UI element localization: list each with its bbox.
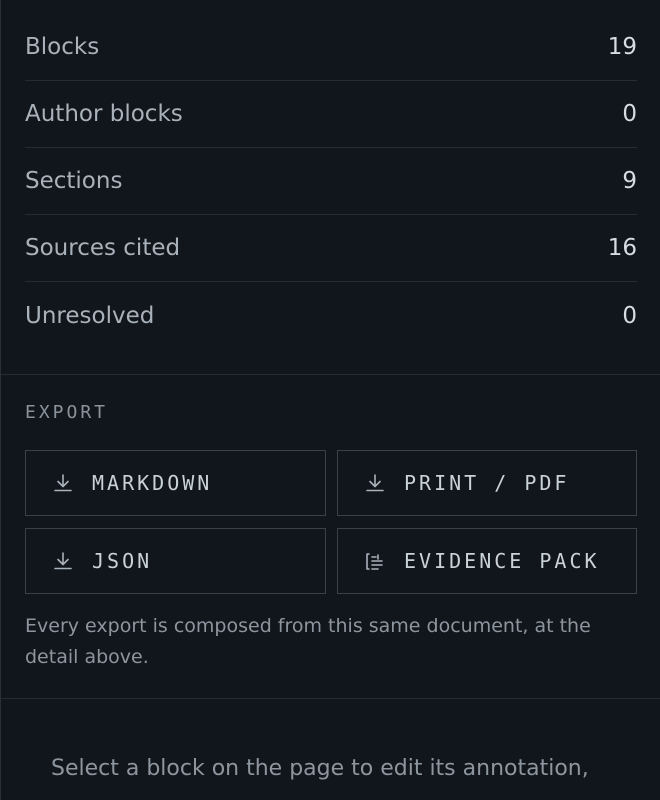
export-button-label: JSON — [92, 549, 153, 573]
stat-value: 0 — [622, 101, 637, 127]
export-markdown-button[interactable]: MARKDOWN — [25, 450, 326, 516]
stat-row-unresolved: Unresolved 0 — [25, 282, 637, 349]
stat-value: 19 — [607, 34, 637, 60]
export-json-button[interactable]: JSON — [25, 528, 326, 594]
export-button-label: PRINT / PDF — [404, 471, 570, 495]
stat-value: 0 — [622, 302, 637, 329]
stat-label: Sources cited — [25, 235, 181, 261]
section-divider — [1, 374, 660, 375]
stat-row-sources-cited: Sources cited 16 — [25, 215, 637, 282]
stat-row-author-blocks: Author blocks 0 — [25, 81, 637, 148]
stat-label: Blocks — [25, 34, 100, 60]
stat-row-sections: Sections 9 — [25, 148, 637, 215]
download-icon — [50, 548, 76, 574]
export-heading: EXPORT — [25, 402, 109, 423]
export-print-pdf-button[interactable]: PRINT / PDF — [337, 450, 637, 516]
export-note: Every export is composed from this same … — [25, 615, 591, 668]
document-list-icon — [362, 548, 388, 574]
document-info-panel: Blocks 19 Author blocks 0 Sections 9 Sou… — [0, 0, 660, 800]
stat-label: Author blocks — [25, 101, 183, 127]
stat-value: 16 — [607, 235, 637, 261]
stat-row-blocks: Blocks 19 — [25, 14, 637, 81]
selection-hint: Select a block on the page to edit its a… — [51, 756, 589, 781]
download-icon — [50, 470, 76, 496]
section-divider — [1, 698, 660, 699]
stat-label: Unresolved — [25, 302, 155, 329]
stat-value: 9 — [622, 168, 637, 194]
download-icon — [362, 470, 388, 496]
stats-list: Blocks 19 Author blocks 0 Sections 9 Sou… — [25, 14, 637, 349]
stat-label: Sections — [25, 168, 123, 194]
export-button-label: MARKDOWN — [92, 471, 213, 495]
export-evidence-pack-button[interactable]: EVIDENCE PACK — [337, 528, 637, 594]
export-button-label: EVIDENCE PACK — [404, 549, 600, 573]
